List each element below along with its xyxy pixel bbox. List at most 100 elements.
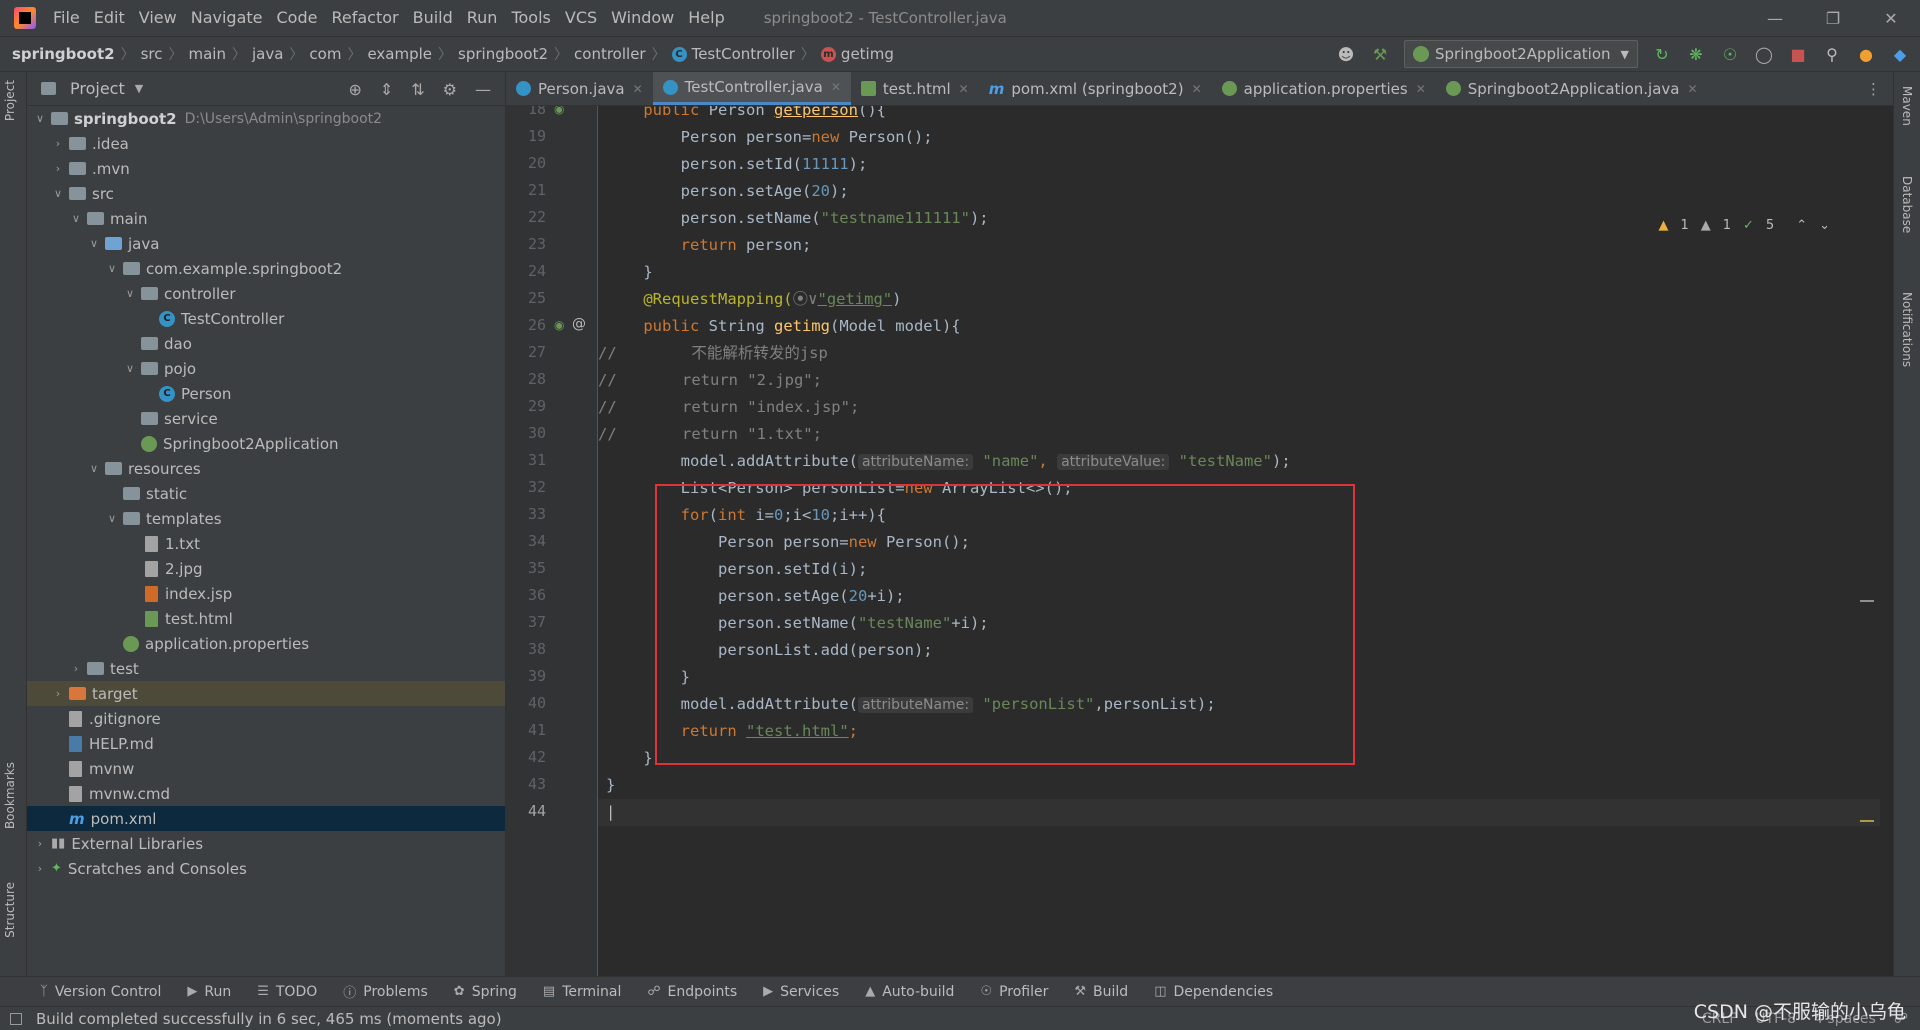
chevron-down-icon[interactable]: ∨ [33,112,47,125]
chevron-down-icon[interactable]: ⌄ [1819,218,1830,233]
spring-bean-gutter-icon[interactable]: ◉ [554,318,564,332]
run-configuration-select[interactable]: Springboot2Application ▼ [1404,40,1638,68]
tree-node[interactable]: static [27,481,505,506]
menu-view[interactable]: View [132,0,184,36]
tree-node[interactable]: ∨ resources [27,456,505,481]
chevron-down-icon[interactable]: ∨ [87,237,101,250]
stop-icon[interactable]: ■ [1788,44,1808,64]
tree-node[interactable]: › ✦ Scratches and Consoles [27,856,505,881]
breadcrumb-item[interactable]: src [141,45,163,63]
user-icon[interactable]: ☻ [1336,44,1356,64]
tool-profiler[interactable]: ☉ Profiler [980,984,1048,1000]
gear-icon[interactable]: ⚙ [443,80,457,99]
chevron-right-icon[interactable]: › [51,137,65,150]
build-hammer-icon[interactable]: ⚒ [1370,44,1390,64]
tree-node[interactable]: service [27,406,505,431]
minimize-icon[interactable]: — [1746,0,1804,36]
chevron-right-icon[interactable]: › [33,837,47,850]
tree-node[interactable]: mvnw.cmd [27,781,505,806]
menu-navigate[interactable]: Navigate [184,0,270,36]
menu-code[interactable]: Code [270,0,325,36]
breadcrumb-item[interactable]: controller [574,45,646,63]
chevron-down-icon[interactable]: ∨ [105,512,119,525]
tree-node[interactable]: ∨ com.example.springboot2 [27,256,505,281]
rerun-icon[interactable]: ↻ [1652,44,1672,64]
tab-options-icon[interactable]: ⋮ [1866,72,1893,105]
tool-version-control[interactable]: ᛉ Version Control [40,984,161,1000]
tool-dependencies[interactable]: ◫ Dependencies [1154,984,1273,1000]
tool-spring[interactable]: ✿ Spring [454,984,517,1000]
close-tab-icon[interactable]: ✕ [1416,82,1426,96]
tool-problems[interactable]: ⓘ Problems [343,982,428,1002]
tree-node[interactable]: ∨ templates [27,506,505,531]
coverage-icon[interactable]: ☉ [1720,44,1740,64]
tree-node[interactable]: › .idea [27,131,505,156]
tree-node[interactable]: › test [27,656,505,681]
tool-services[interactable]: ▶ Services [763,984,839,1000]
tool-run[interactable]: ▶ Run [187,984,231,1000]
hide-icon[interactable]: — [475,80,491,99]
tree-node[interactable]: 2.jpg [27,556,505,581]
chevron-right-icon[interactable]: › [33,862,47,875]
chevron-down-icon[interactable]: ∨ [51,187,65,200]
expand-all-icon[interactable]: ⇕ [380,80,393,99]
mapping-gutter-icon[interactable]: @ [572,316,586,332]
menu-run[interactable]: Run [460,0,505,36]
tool-build[interactable]: ⚒ Build [1074,984,1128,1000]
tab-test-html[interactable]: test.html ✕ [851,72,979,105]
tree-node[interactable]: Springboot2Application [27,431,505,456]
tree-node[interactable]: 1.txt [27,531,505,556]
chevron-right-icon[interactable]: › [51,162,65,175]
tree-node[interactable]: C TestController [27,306,505,331]
inspection-widget[interactable]: ▲ 1 ▲ 1 ✓ 5 ⌃ ⌄ [1658,218,1830,233]
plugin-icon[interactable]: ◆ [1890,44,1910,64]
restore-icon[interactable]: ❐ [1804,0,1862,36]
breadcrumb-item[interactable]: java [252,45,283,63]
tool-endpoints[interactable]: ☍ Endpoints [647,984,737,1000]
chevron-up-icon[interactable]: ⌃ [1796,218,1807,233]
tree-node[interactable]: .gitignore [27,706,505,731]
spring-bean-gutter-icon[interactable]: ◉ [554,106,564,116]
tree-node[interactable]: › .mvn [27,156,505,181]
menu-window[interactable]: Window [604,0,681,36]
menu-build[interactable]: Build [406,0,460,36]
menu-edit[interactable]: Edit [87,0,132,36]
close-icon[interactable]: ✕ [1862,0,1920,36]
tab-pom-xml[interactable]: m pom.xml (springboot2) ✕ [979,72,1212,105]
tab-testcontroller-java[interactable]: TestController.java ✕ [652,72,851,105]
debug-icon[interactable]: ❋ [1686,44,1706,64]
tree-node[interactable]: ∨ pojo [27,356,505,381]
project-tool-tab[interactable]: Project [3,80,17,121]
breadcrumb-item[interactable]: com [309,45,341,63]
tree-node[interactable]: › ▮▮ External Libraries [27,831,505,856]
breadcrumb-item[interactable]: main [188,45,225,63]
chevron-down-icon[interactable]: ∨ [123,287,137,300]
bookmarks-tool-tab[interactable]: Bookmarks [3,762,17,829]
tool-todo[interactable]: ☰ TODO [257,984,317,1000]
breadcrumb-item[interactable]: example [367,45,432,63]
chevron-right-icon[interactable]: › [51,687,65,700]
tree-node[interactable]: ∨ java [27,231,505,256]
status-message[interactable]: Build completed successfully in 6 sec, 4… [36,1010,502,1028]
status-square-icon[interactable] [10,1012,22,1025]
close-tab-icon[interactable]: ✕ [1687,82,1697,96]
close-tab-icon[interactable]: ✕ [1192,82,1202,96]
database-tool-tab[interactable]: Database [1900,176,1914,233]
project-panel-title[interactable]: Project [70,79,125,98]
menu-tools[interactable]: Tools [504,0,557,36]
breadcrumb-item[interactable]: getimg [841,45,894,63]
update-icon[interactable]: ● [1856,44,1876,64]
breadcrumb-item[interactable]: springboot2 [12,45,115,63]
tree-node[interactable]: ∨ main [27,206,505,231]
tree-node[interactable]: dao [27,331,505,356]
tree-node[interactable]: ∨ controller [27,281,505,306]
tree-node[interactable]: HELP.md [27,731,505,756]
tool-terminal[interactable]: ▤ Terminal [543,984,621,1000]
profile-icon[interactable]: ◯ [1754,44,1774,64]
tree-node[interactable]: m pom.xml [27,806,505,831]
tree-node-root[interactable]: ∨ springboot2 D:\Users\Admin\springboot2 [27,106,505,131]
tab-application-properties[interactable]: application.properties ✕ [1212,72,1436,105]
close-tab-icon[interactable]: ✕ [633,82,643,96]
tab-person-java[interactable]: Person.java ✕ [506,72,653,105]
chevron-down-icon[interactable]: ∨ [87,462,101,475]
